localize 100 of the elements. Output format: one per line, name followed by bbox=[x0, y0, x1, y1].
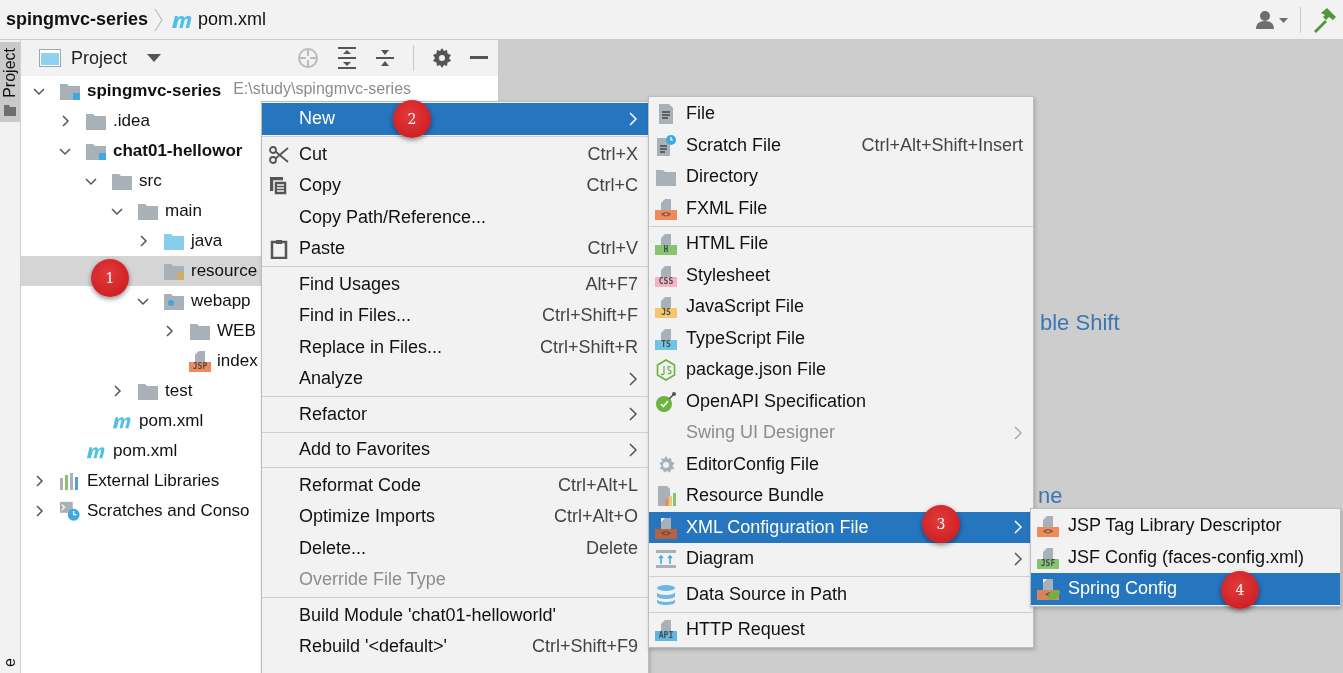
chevron-right-icon[interactable] bbox=[59, 115, 71, 127]
side-tab[interactable]: Project bbox=[0, 42, 20, 122]
tree-item-label: chat01-hellowor bbox=[113, 141, 243, 161]
expand-all-icon[interactable] bbox=[337, 47, 357, 69]
menu-item[interactable]: JSF JSF Config (faces-config.xml) bbox=[1031, 541, 1340, 573]
clipboard-icon bbox=[270, 239, 288, 259]
menu-item[interactable]: Replace in Files... Ctrl+Shift+R bbox=[262, 331, 648, 363]
resource-bundle-icon bbox=[655, 485, 677, 507]
web-folder-icon bbox=[164, 292, 184, 310]
menu-item[interactable]: Directory bbox=[649, 161, 1033, 193]
chevron-down-icon[interactable] bbox=[33, 85, 45, 97]
settings-icon[interactable] bbox=[432, 48, 452, 68]
chevron-right-icon[interactable] bbox=[111, 385, 123, 397]
breadcrumb-file[interactable]: pom.xml bbox=[198, 9, 267, 30]
menu-item[interactable]: Refactor bbox=[262, 398, 648, 430]
menu-item[interactable]: Optimize Imports Ctrl+Alt+O bbox=[262, 501, 648, 533]
menu-item[interactable]: EditorConfig File bbox=[649, 448, 1033, 480]
folder-icon bbox=[190, 322, 210, 340]
folder-icon bbox=[112, 172, 132, 190]
menu-item[interactable]: Data Source in Path bbox=[649, 578, 1033, 610]
chevron-right-icon[interactable] bbox=[163, 325, 175, 337]
chevron-down-icon[interactable] bbox=[111, 205, 123, 217]
resource-folder-icon bbox=[164, 262, 184, 280]
menu-item[interactable]: Scratch File Ctrl+Alt+Shift+Insert bbox=[649, 129, 1033, 161]
tree-item-label: .idea bbox=[113, 111, 150, 131]
menu-item[interactable]: <> FXML File bbox=[649, 192, 1033, 224]
shortcut-label: Ctrl+C bbox=[585, 175, 638, 197]
editor-hint: ble Shift bbox=[1040, 310, 1120, 336]
menu-item[interactable]: Find in Files... Ctrl+Shift+F bbox=[262, 300, 648, 332]
shortcut-label: Ctrl+Alt+O bbox=[552, 506, 638, 528]
tree-item-label: pom.xml bbox=[139, 411, 204, 431]
project-path: E:\study\spingmvc-series bbox=[233, 81, 412, 97]
menu-item[interactable]: TS TypeScript File bbox=[649, 322, 1033, 354]
chevron-right-icon[interactable] bbox=[33, 475, 45, 487]
scissors-icon bbox=[269, 144, 289, 165]
menu-item[interactable]: JS JavaScript File bbox=[649, 291, 1033, 323]
tree-item-label: java bbox=[191, 231, 223, 251]
menu-item[interactable]: OpenAPI Specification bbox=[649, 385, 1033, 417]
folder-icon bbox=[86, 112, 106, 130]
chevron-down-icon[interactable] bbox=[137, 295, 149, 307]
tree-item-label: main bbox=[165, 201, 202, 221]
menu-item[interactable]: API HTTP Request bbox=[649, 614, 1033, 646]
menu-item[interactable]: package.json File bbox=[649, 354, 1033, 386]
chevron-down-icon[interactable] bbox=[59, 145, 71, 157]
shortcut-label: Ctrl+Alt+L bbox=[556, 474, 638, 496]
source-folder-icon bbox=[164, 232, 184, 250]
shortcut-label: Ctrl+Shift+F bbox=[540, 305, 638, 327]
folder-icon bbox=[138, 202, 158, 220]
menu-item[interactable]: Reformat Code Ctrl+Alt+L bbox=[262, 469, 648, 501]
dropdown-caret-icon[interactable] bbox=[147, 54, 162, 62]
libraries-icon bbox=[59, 472, 81, 490]
shortcut-label: Ctrl+X bbox=[586, 143, 638, 165]
chevron-right-icon[interactable] bbox=[137, 235, 149, 247]
menu-item[interactable]: Copy Path/Reference... bbox=[262, 201, 648, 233]
chevron-down-icon[interactable] bbox=[85, 175, 97, 187]
scratch-file-icon bbox=[655, 134, 677, 157]
editor-hint: ne bbox=[1038, 483, 1063, 509]
menu-item[interactable]: Add to Favorites bbox=[262, 434, 648, 466]
menu-item[interactable]: Cut Ctrl+X bbox=[262, 138, 648, 170]
panel-title[interactable]: Project bbox=[71, 47, 128, 69]
breadcrumb-project[interactable]: spingmvc-series bbox=[6, 9, 149, 30]
menu-item[interactable]: File bbox=[649, 98, 1033, 130]
menu-item[interactable]: Diagram bbox=[649, 543, 1033, 575]
database-icon bbox=[656, 583, 676, 606]
menu-item[interactable]: Copy Ctrl+C bbox=[262, 170, 648, 202]
user-icon[interactable] bbox=[1256, 9, 1290, 30]
shortcut-label: Ctrl+Shift+F9 bbox=[530, 636, 638, 658]
nodejs-icon bbox=[656, 359, 676, 381]
folder-icon bbox=[4, 103, 16, 116]
menu-item[interactable]: Analyze bbox=[262, 363, 648, 395]
menu-item[interactable]: Build Module 'chat01-helloworld' bbox=[262, 599, 648, 631]
tree-item-label: src bbox=[139, 171, 162, 191]
shortcut-label: Ctrl+Alt+Shift+Insert bbox=[860, 134, 1023, 156]
module-folder-icon bbox=[60, 82, 80, 100]
tree-item-label: spingmvc-series bbox=[87, 81, 222, 101]
side-tab[interactable]: e bbox=[0, 652, 20, 673]
menu-item[interactable]: CSS Stylesheet bbox=[649, 259, 1033, 291]
menu-item[interactable]: Paste Ctrl+V bbox=[262, 233, 648, 265]
module-folder-icon bbox=[86, 142, 106, 160]
tree-item-label: webapp bbox=[191, 291, 251, 311]
tree-item-label: WEB bbox=[217, 321, 256, 341]
chevron-right-icon[interactable] bbox=[33, 505, 45, 517]
tree-item-label: pom.xml bbox=[113, 441, 178, 461]
file-icon bbox=[657, 103, 675, 125]
collapse-all-icon[interactable] bbox=[375, 47, 395, 69]
menu-item[interactable]: <> JSP Tag Library Descriptor bbox=[1031, 510, 1340, 542]
openapi-icon bbox=[655, 390, 677, 413]
menu-item[interactable]: Delete... Delete bbox=[262, 532, 648, 564]
menu-item[interactable]: Rebuild '<default>' Ctrl+Shift+F9 bbox=[262, 631, 648, 663]
minimize-icon[interactable] bbox=[470, 56, 488, 60]
menu-item[interactable]: H HTML File bbox=[649, 228, 1033, 260]
tree-item-label: External Libraries bbox=[87, 471, 220, 491]
tree-item-label: resource bbox=[191, 261, 258, 281]
scratches-icon bbox=[59, 500, 81, 522]
tree-item-label: Scratches and Conso bbox=[87, 501, 250, 521]
shortcut-label: Ctrl+Shift+R bbox=[538, 336, 638, 358]
copy-icon bbox=[269, 176, 289, 196]
diagram-icon bbox=[655, 549, 677, 569]
menu-item[interactable]: Find Usages Alt+F7 bbox=[262, 268, 648, 300]
window-icon bbox=[39, 49, 61, 67]
